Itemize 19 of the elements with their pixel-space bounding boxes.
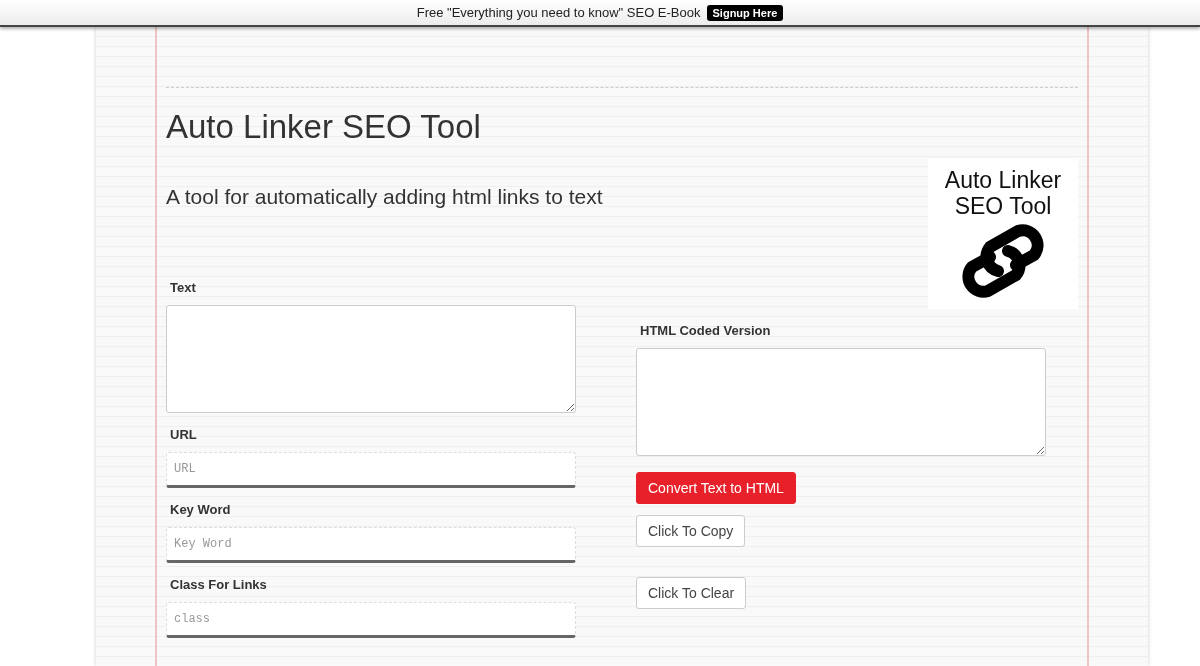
signup-button[interactable]: Signup Here bbox=[706, 4, 784, 21]
input-field[interactable]: Key Word bbox=[166, 527, 576, 563]
text-input-area[interactable] bbox=[166, 305, 576, 413]
output-area[interactable] bbox=[636, 348, 1046, 456]
field-label: HTML Coded Version bbox=[640, 323, 772, 338]
promo-text: Free "Everything you need to know" SEO E-Book bbox=[416, 5, 701, 20]
page-subtitle: A tool for automatically adding html links to text bbox=[166, 185, 603, 209]
input-field[interactable]: class bbox=[166, 602, 576, 638]
input-field[interactable]: URL bbox=[166, 452, 576, 488]
action-button[interactable]: Click To Clear bbox=[636, 577, 747, 609]
field-label: URL bbox=[170, 427, 198, 442]
action-button[interactable]: Convert Text to HTML bbox=[636, 472, 796, 504]
logo-text: Auto Linker bbox=[944, 167, 1062, 193]
field-label: Class For Links bbox=[170, 577, 268, 592]
logo-text: SEO Tool bbox=[954, 193, 1052, 219]
field-label: Key Word bbox=[170, 502, 232, 517]
action-button[interactable]: Click To Copy bbox=[636, 515, 746, 547]
field-label: Text bbox=[170, 280, 197, 295]
page-title: Auto Linker SEO Tool bbox=[166, 108, 482, 146]
